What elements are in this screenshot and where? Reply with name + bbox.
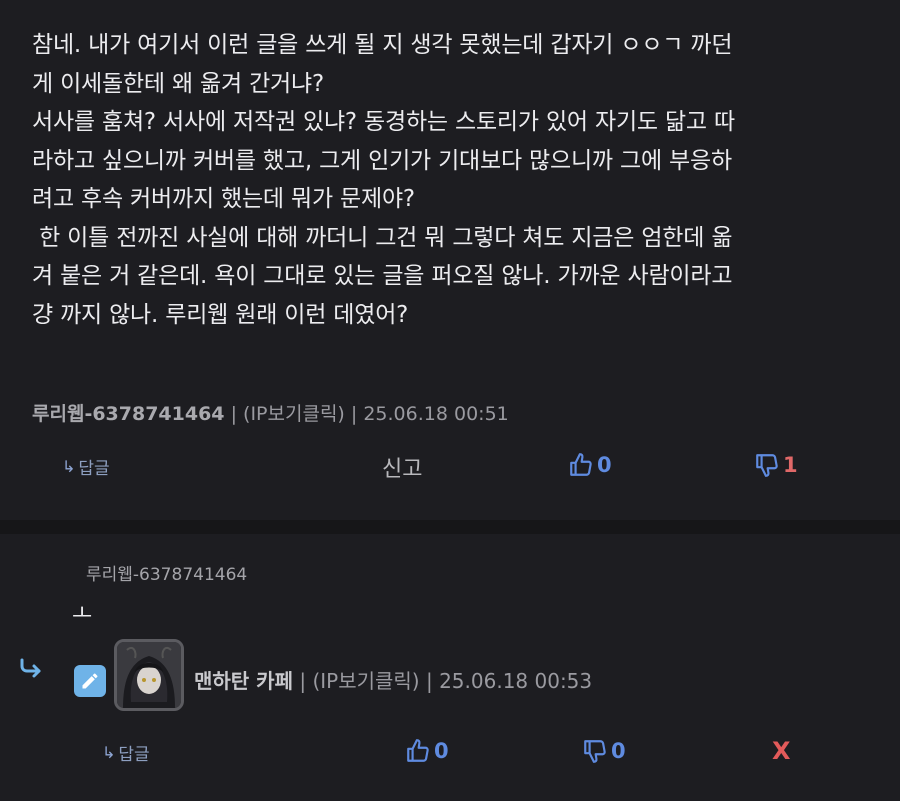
comment-line: 참네. 내가 여기서 이런 글을 쓰게 될 지 생각 못했는데 갑자기 ㅇㅇㄱ … [32, 32, 733, 58]
downvote-count: 0 [611, 739, 626, 763]
reply-meta: 맨하탄 카페 | (IP보기클릭) | 25.06.18 00:53 [194, 665, 592, 694]
comment-body: 참네. 내가 여기서 이런 글을 쓰게 될 지 생각 못했는데 갑자기 ㅇㅇㄱ … [32, 26, 872, 334]
comment-line: 걍 까지 않나. 루리웹 원래 이런 데였어? [32, 301, 409, 328]
reply-button[interactable]: ↳ 답글 [62, 454, 110, 479]
delete-label: X [772, 737, 791, 765]
comment-meta: 루리웹-6378741464 | (IP보기클릭) | 25.06.18 00:… [32, 399, 509, 426]
comment-actions: ↳ 답글 신고 0 1 [0, 446, 900, 486]
ip-view-link[interactable]: (IP보기클릭) [312, 669, 419, 693]
reply-author[interactable]: 맨하탄 카페 [194, 669, 293, 693]
comment-line: 게 이세돌한테 왜 옮겨 간거냐? [32, 70, 324, 97]
quoted-author[interactable]: 루리웹-6378741464 [86, 560, 247, 585]
reply-button[interactable]: ↳ 답글 [102, 740, 150, 765]
thumbs-up-icon [568, 452, 594, 478]
downvote-count: 1 [783, 453, 798, 477]
upvote-count: 0 [434, 739, 449, 763]
thumbs-up-icon [405, 738, 431, 764]
avatar[interactable] [114, 639, 184, 711]
section-divider [0, 520, 900, 534]
report-label: 신고 [382, 457, 423, 482]
comment-author[interactable]: 루리웹-6378741464 [32, 403, 225, 425]
reply-label: 답글 [78, 459, 110, 479]
upvote-button[interactable]: 0 [405, 738, 449, 764]
delete-button[interactable]: X [772, 737, 791, 765]
downvote-button[interactable]: 1 [754, 452, 798, 478]
pencil-icon [74, 665, 106, 697]
comment-line: 서사를 훔쳐? 서사에 저작권 있냐? 동경하는 스토리가 있어 자기도 닮고 … [32, 109, 735, 135]
downvote-button[interactable]: 0 [582, 738, 626, 764]
meta-separator: | [350, 403, 358, 425]
comment-timestamp: 25.06.18 00:51 [363, 403, 509, 425]
meta-separator: | [425, 669, 433, 693]
meta-separator: | [299, 669, 307, 693]
comment-line: 려고 후속 커버까지 했는데 뭐가 문제야? [32, 186, 415, 212]
reply-arrow-icon: ↳ [102, 743, 116, 762]
reply-label: 답글 [118, 745, 150, 765]
upvote-button[interactable]: 0 [568, 452, 612, 478]
thumbs-down-icon [754, 452, 780, 478]
reply-timestamp: 25.06.18 00:53 [439, 669, 593, 693]
report-button[interactable]: 신고 [382, 451, 422, 483]
comment-line: 겨 붙은 거 같은데. 욕이 그대로 있는 글을 퍼오질 않나. 가까운 사람이… [32, 263, 733, 289]
comment: 참네. 내가 여기서 이런 글을 쓰게 될 지 생각 못했는데 갑자기 ㅇㅇㄱ … [0, 0, 900, 520]
reply-indicator-icon [18, 656, 44, 686]
comment-line: 한 이틀 전까진 사실에 대해 까더니 그건 뭐 그렇다 쳐도 지금은 엄한데 … [32, 224, 733, 251]
ip-view-link[interactable]: (IP보기클릭) [243, 403, 345, 425]
reply-text: ㅗ [72, 602, 93, 627]
reply-comment: 루리웹-6378741464 ㅗ 맨하탄 카페 | (IP보기클릭) | 25.… [0, 534, 900, 801]
reply-actions: ↳ 답글 0 0 X [0, 732, 900, 772]
reply-arrow-icon: ↳ [62, 457, 76, 476]
upvote-count: 0 [597, 453, 612, 477]
meta-separator: | [230, 403, 237, 425]
comment-line: 라하고 싶으니까 커버를 했고, 그게 인기가 기대보다 많으니까 그에 부응하 [32, 147, 732, 174]
thumbs-down-icon [582, 738, 608, 764]
